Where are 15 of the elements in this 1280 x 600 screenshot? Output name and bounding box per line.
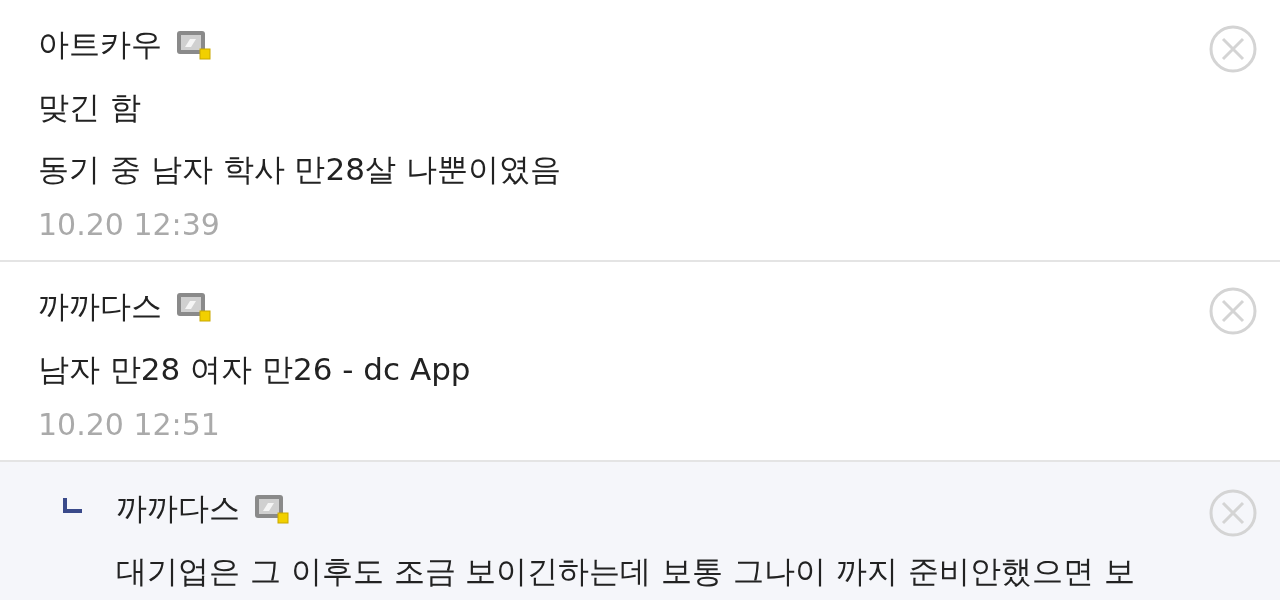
gallery-badge-icon xyxy=(176,30,212,60)
delete-button[interactable] xyxy=(1208,488,1258,538)
comment-text: 대기업은 그 이후도 조금 보이긴하는데 보통 그나이 까지 준비안했으면 보 xyxy=(116,552,1136,591)
comment-date: 10.20 12:39 xyxy=(38,206,221,244)
comment-text: 동기 중 남자 학사 만28살 나뿐이였음 xyxy=(38,150,562,189)
comment-text: 맞긴 함 xyxy=(38,88,142,127)
delete-button[interactable] xyxy=(1208,24,1258,74)
comment-date: 10.20 12:51 xyxy=(38,406,221,444)
gallery-badge-icon xyxy=(254,494,290,524)
comment-text: 남자 만28 여자 만26 - dc App xyxy=(38,350,472,389)
author-name: 까까다스 xyxy=(116,489,240,528)
author-name: 아트카우 xyxy=(38,25,162,64)
delete-button[interactable] xyxy=(1208,286,1258,336)
author-name: 까까다스 xyxy=(38,287,162,326)
gallery-badge-icon xyxy=(176,292,212,322)
